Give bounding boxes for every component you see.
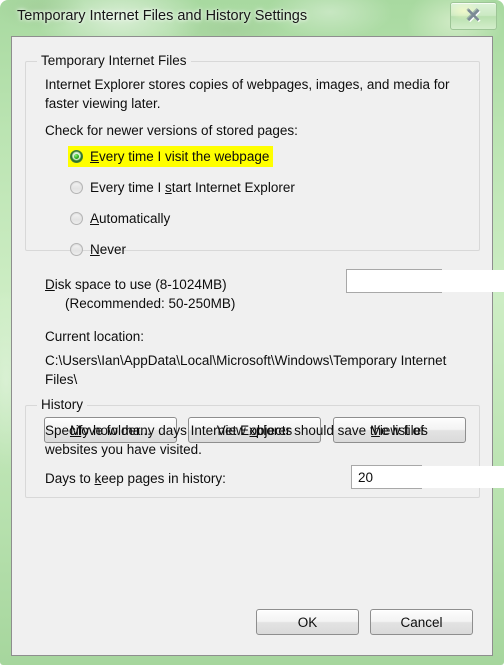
radio-label-automatically: Automatically: [90, 211, 171, 226]
disk-space-label-line1: Disk space to use (8-1024MB): [45, 277, 227, 292]
dialog-client-area: Temporary Internet Files Internet Explor…: [11, 36, 504, 656]
days-to-keep-label: Days to keep pages in history:: [45, 471, 226, 486]
history-days-input[interactable]: [352, 466, 504, 488]
radio-label-never: Never: [90, 242, 127, 257]
current-location-label: Current location:: [45, 329, 145, 344]
current-location-path: C:\Users\Ian\AppData\Local\Microsoft\Win…: [45, 353, 447, 387]
title-bar[interactable]: Temporary Internet Files and History Set…: [0, 0, 504, 36]
disk-space-spinner[interactable]: [346, 269, 504, 293]
radio-indicator-unselected: [70, 181, 83, 194]
radio-label-every-visit: Every time I visit the webpage: [90, 149, 270, 164]
dialog-window: Temporary Internet Files and History Set…: [0, 0, 504, 665]
check-newer-versions-label: Check for newer versions of stored pages…: [45, 123, 298, 138]
close-button[interactable]: ✕: [450, 2, 497, 30]
close-x-icon: ✕: [465, 5, 482, 27]
history-description: Specify how many days Internet Explorer …: [45, 423, 424, 457]
radio-indicator-unselected: [70, 243, 83, 256]
ok-button-label: OK: [297, 614, 318, 630]
ok-button[interactable]: OK: [256, 609, 359, 635]
temp-files-description: Internet Explorer stores copies of webpa…: [45, 77, 450, 111]
window-title: Temporary Internet Files and History Set…: [17, 8, 308, 24]
radio-option-every-start[interactable]: Every time I start Internet Explorer: [68, 177, 299, 198]
disk-space-input[interactable]: [347, 270, 504, 292]
radio-indicator-selected: [70, 150, 83, 163]
cancel-button[interactable]: Cancel: [370, 609, 473, 635]
cancel-button-label: Cancel: [400, 614, 443, 630]
radio-indicator-unselected: [70, 212, 83, 225]
temp-files-legend: Temporary Internet Files: [37, 53, 191, 68]
radio-option-automatically[interactable]: Automatically: [68, 208, 174, 229]
history-days-spinner[interactable]: [351, 465, 504, 489]
radio-option-every-visit[interactable]: Every time I visit the webpage: [68, 146, 274, 167]
radio-option-never[interactable]: Never: [68, 239, 130, 260]
disk-space-label-line2: (Recommended: 50-250MB): [65, 296, 236, 311]
history-legend: History: [37, 397, 88, 412]
radio-label-every-start: Every time I start Internet Explorer: [90, 180, 295, 195]
